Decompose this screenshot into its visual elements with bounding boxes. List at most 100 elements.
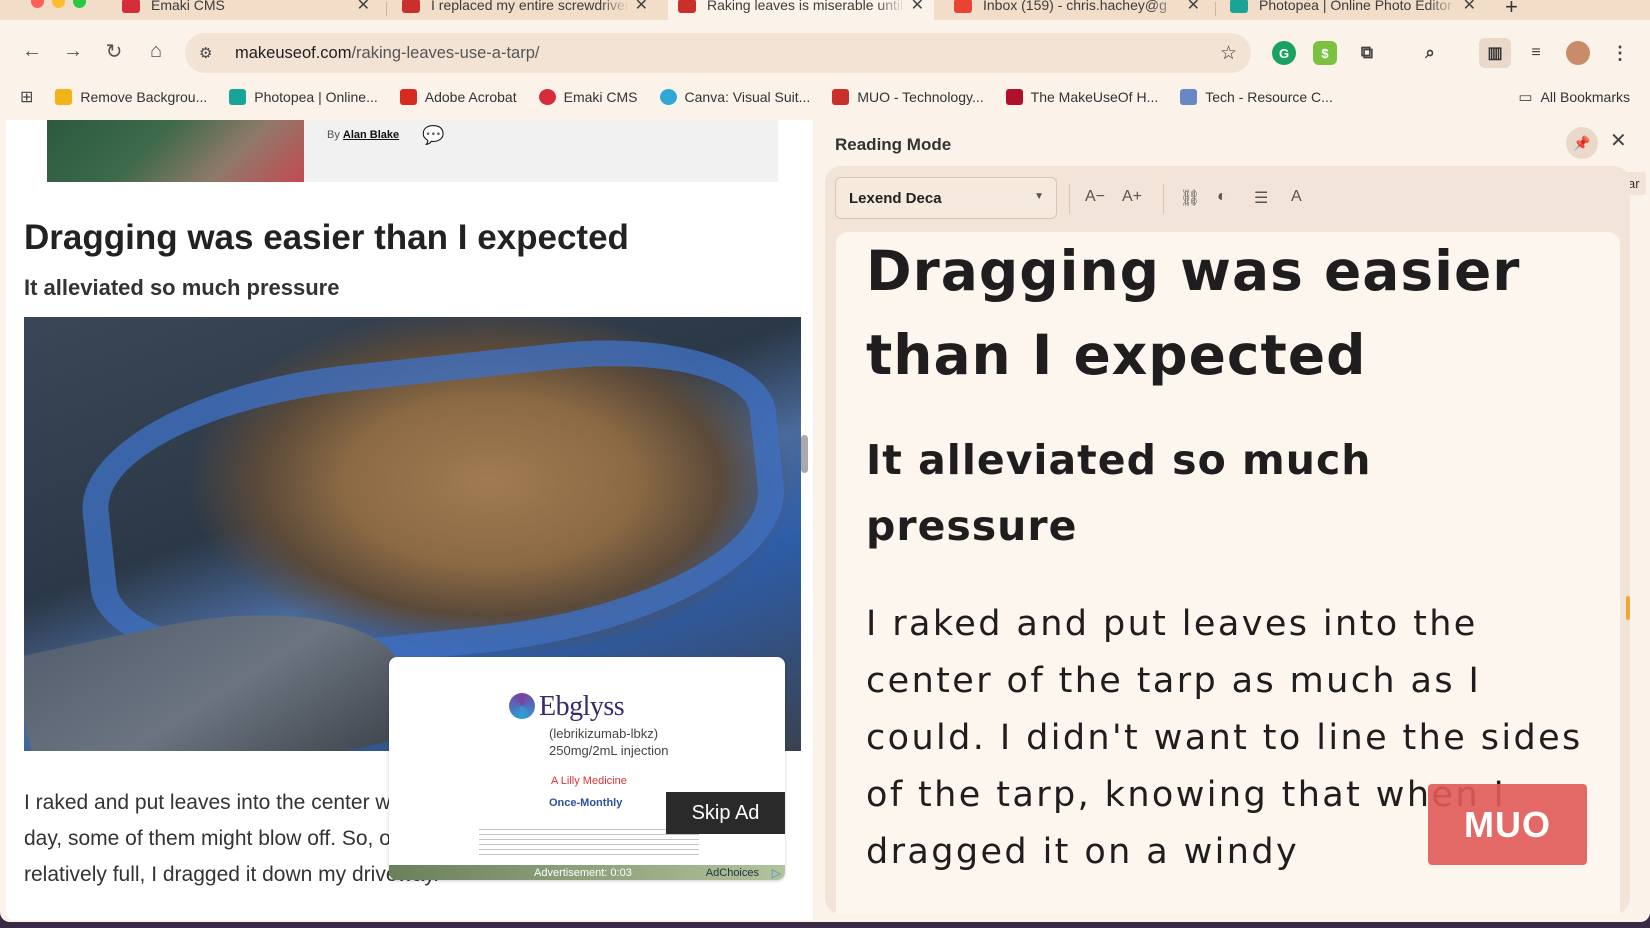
byline: By Alan Blake: [327, 129, 399, 141]
bookmark-item[interactable]: MUO - Technology...: [832, 89, 984, 105]
close-tab-icon[interactable]: ✕: [1463, 0, 1476, 15]
folder-icon: ▭: [1518, 89, 1533, 106]
bookmark-favicon-icon: [399, 89, 417, 105]
link-icon[interactable]: ⛓: [1180, 188, 1200, 208]
ad-maker: A Lilly Medicine: [551, 775, 627, 787]
bookmark-label: The MakeUseOf H...: [1030, 89, 1159, 105]
url-domain: makeuseof.com: [235, 43, 352, 62]
muo-favicon-icon: [402, 0, 420, 13]
bookmark-favicon-icon: [1005, 89, 1023, 105]
video-ad[interactable]: Ebglyss (lebrikizumab-lbkz) 250mg/2mL in…: [389, 657, 785, 880]
apps-grid-icon[interactable]: ⊞: [20, 87, 33, 107]
increase-font-icon[interactable]: A+: [1122, 188, 1142, 206]
font-select-value: Lexend Deca: [849, 189, 942, 207]
color-theme-icon[interactable]: ◐: [1217, 188, 1227, 206]
letter-spacing-icon[interactable]: A: [1291, 188, 1302, 206]
panel-scrollbar[interactable]: [1626, 596, 1630, 620]
browser-window: Emaki CMS ✕ I replaced my entire screwdr…: [0, 0, 1650, 922]
bookmark-item[interactable]: Remove Backgrou...: [55, 89, 207, 105]
bookmark-favicon-icon: [229, 89, 247, 105]
tab-emaki-cms[interactable]: Emaki CMS ✕: [112, 0, 380, 20]
bookmark-favicon-icon: [538, 89, 556, 105]
tab-photopea[interactable]: Photopea | Online Photo Editor ✕: [1220, 0, 1486, 20]
browser-toolbar: ← → ↻ ⌂ ⚙ makeuseof.com/raking-leaves-us…: [0, 20, 1650, 88]
line-spacing-icon[interactable]: ☰: [1254, 188, 1268, 208]
reading-subheading: It alleviated so much pressure: [866, 436, 1372, 550]
close-tab-icon[interactable]: ✕: [635, 0, 648, 15]
font-select[interactable]: Lexend Deca ▼: [835, 177, 1057, 219]
zoom-window-button[interactable]: [73, 0, 86, 8]
related-article-card[interactable]: By Alan Blake 💬: [47, 120, 778, 182]
bookmark-item[interactable]: Emaki CMS: [538, 89, 638, 105]
bookmark-label: Adobe Acrobat: [424, 89, 517, 105]
dollar-extension-icon[interactable]: $: [1313, 41, 1337, 65]
close-tab-icon[interactable]: ✕: [357, 0, 370, 15]
bookmarks-bar: ⊞ Remove Backgrou... Photopea | Online..…: [0, 82, 1650, 112]
decrease-font-icon[interactable]: A−: [1085, 188, 1105, 206]
bookmark-item[interactable]: The MakeUseOf H...: [1005, 89, 1159, 105]
bookmark-label: Photopea | Online...: [254, 89, 378, 105]
home-icon[interactable]: ⌂: [139, 34, 173, 68]
reload-icon[interactable]: ↻: [97, 34, 131, 68]
extensions-puzzle-icon[interactable]: ⧉: [1355, 41, 1379, 65]
bookmark-star-icon[interactable]: ☆: [1220, 42, 1237, 65]
bookmark-favicon-icon: [55, 89, 73, 105]
tab-title: Photopea | Online Photo Editor: [1259, 0, 1452, 13]
url-text[interactable]: makeuseof.com/raking-leaves-use-a-tarp/: [235, 44, 539, 63]
ebglyss-logo-icon: [509, 693, 535, 719]
grammarly-extension-icon[interactable]: G: [1272, 41, 1296, 65]
comments-icon[interactable]: 💬: [422, 125, 444, 146]
tab-raking-leaves[interactable]: Raking leaves is miserable until ✕: [668, 0, 934, 20]
url-path: /raking-leaves-use-a-tarp/: [351, 43, 540, 62]
new-tab-button[interactable]: +: [1505, 0, 1518, 20]
panel-resize-handle[interactable]: [801, 435, 808, 473]
profile-avatar[interactable]: [1566, 41, 1590, 65]
tab-inbox[interactable]: Inbox (159) - chris.hachey@g ✕: [944, 0, 1210, 20]
adchoices-link[interactable]: AdChoices: [706, 867, 759, 879]
ad-brand: Ebglyss: [539, 691, 625, 722]
reading-mode-title: Reading Mode: [835, 135, 952, 154]
muo-watermark: MUO: [1428, 784, 1587, 865]
bookmark-label: Canva: Visual Suit...: [684, 89, 811, 105]
bookmark-item[interactable]: Photopea | Online...: [229, 89, 378, 105]
address-bar[interactable]: ⚙ makeuseof.com/raking-leaves-use-a-tarp…: [185, 33, 1251, 73]
bookmark-label: Tech - Resource C...: [1205, 89, 1333, 105]
ad-brand-logo: Ebglyss: [509, 691, 625, 723]
close-tab-icon[interactable]: ✕: [911, 0, 924, 15]
close-window-button[interactable]: [31, 0, 44, 8]
back-icon[interactable]: ←: [15, 34, 49, 68]
menu-kebab-icon[interactable]: ⋮: [1608, 41, 1632, 65]
author-link[interactable]: Alan Blake: [343, 129, 399, 141]
skip-ad-button[interactable]: Skip Ad: [666, 792, 785, 834]
bookmark-favicon-icon: [1180, 89, 1198, 105]
close-panel-icon[interactable]: ✕: [1610, 128, 1627, 153]
reading-mode-icon[interactable]: ▥: [1479, 38, 1511, 68]
reading-list-icon[interactable]: ≡: [1524, 41, 1548, 65]
minimize-window-button[interactable]: [52, 0, 65, 8]
muo-favicon-icon: [678, 0, 696, 13]
emaki-favicon-icon: [122, 0, 140, 13]
tab-title: Inbox (159) - chris.hachey@g: [983, 0, 1167, 13]
article-thumbnail: [47, 120, 304, 182]
tab-screwdriver[interactable]: I replaced my entire screwdriver ✕: [392, 0, 658, 20]
bookmark-item[interactable]: Adobe Acrobat: [399, 89, 517, 105]
bookmark-item[interactable]: Tech - Resource C...: [1180, 89, 1333, 105]
tab-title: Emaki CMS: [151, 0, 225, 13]
all-bookmarks-label: All Bookmarks: [1540, 89, 1630, 105]
forward-icon[interactable]: →: [56, 34, 90, 68]
pin-icon[interactable]: 📌: [1566, 127, 1598, 159]
bookmark-label: Remove Backgrou...: [80, 89, 208, 105]
bookmark-favicon-icon: [659, 89, 677, 105]
all-bookmarks-button[interactable]: ▭ All Bookmarks: [1518, 88, 1630, 106]
site-settings-icon[interactable]: ⚙: [199, 44, 219, 62]
gmail-favicon-icon: [954, 0, 972, 13]
byline-prefix: By: [327, 129, 340, 141]
adchoices-icon[interactable]: ▷: [772, 866, 781, 880]
chevron-down-icon: ▼: [1034, 191, 1044, 202]
bookmark-item[interactable]: Canva: Visual Suit...: [659, 89, 811, 105]
photopea-favicon-icon: [1230, 0, 1248, 13]
section-heading: Dragging was easier than I expected: [24, 218, 629, 257]
ad-dosing: Once-Monthly: [549, 797, 623, 809]
media-search-icon[interactable]: ⌕: [1418, 41, 1442, 65]
close-tab-icon[interactable]: ✕: [1187, 0, 1200, 15]
